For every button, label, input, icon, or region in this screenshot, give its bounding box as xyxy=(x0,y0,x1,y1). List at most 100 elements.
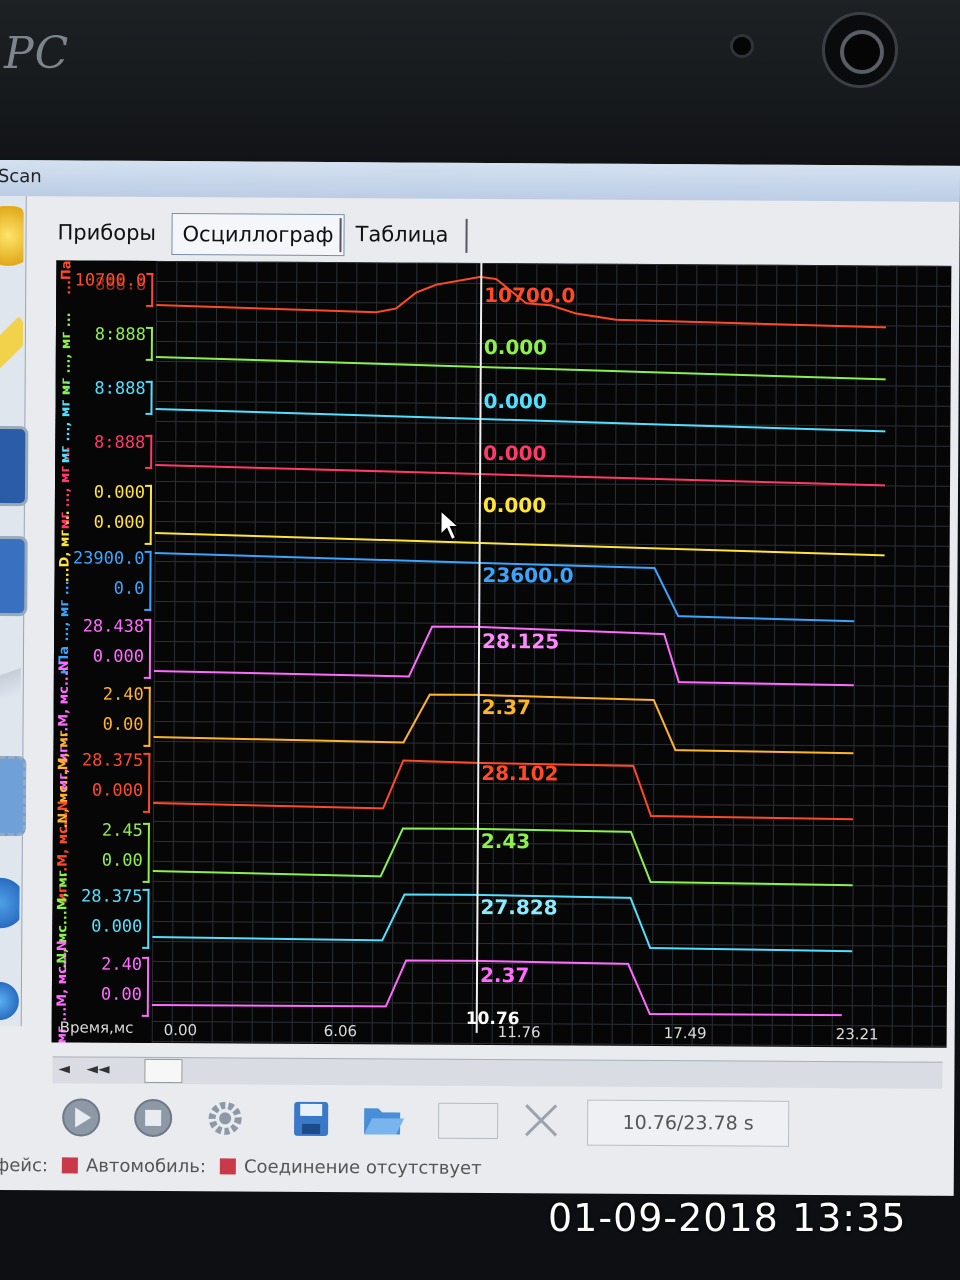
webcam-icon xyxy=(840,30,884,74)
signal-trace xyxy=(155,463,886,487)
channel-scale-bottom: 0.00 xyxy=(102,714,144,735)
photo-timestamp: 01-09-2018 13:35 xyxy=(548,1196,907,1240)
tab-separator xyxy=(339,218,342,253)
gear-icon[interactable] xyxy=(202,1095,248,1141)
channel-bracket xyxy=(142,888,150,949)
oscilloscope-plot[interactable]: ...Па мг ..., мг ... мг ..., мг ... мг ...,… xyxy=(51,260,952,1048)
scroll-start-icon[interactable]: ◄ xyxy=(58,1059,70,1077)
time-tick: 0.00 xyxy=(163,1021,198,1040)
car-status-label: Автомобиль: xyxy=(85,1155,207,1178)
time-readout: 10.76/23.78 s xyxy=(586,1099,790,1147)
cursor-value: 0.000 xyxy=(483,388,547,414)
sidebar-chip-icon[interactable] xyxy=(0,755,27,837)
combo-box[interactable] xyxy=(438,1102,499,1140)
channel-scale-top: 23900.0 xyxy=(72,548,145,569)
signal-trace xyxy=(155,355,886,381)
channel-scale-top: 2.40 xyxy=(101,954,143,975)
sidebar-device-icon[interactable] xyxy=(0,425,29,507)
time-tick: 6.06 xyxy=(323,1021,358,1041)
laptop-brand-logo: PC xyxy=(4,28,70,79)
left-sidebar xyxy=(0,195,29,1027)
sidebar-bulb-icon[interactable] xyxy=(0,205,24,281)
connection-status-indicator xyxy=(219,1158,237,1175)
stop-icon[interactable] xyxy=(130,1095,176,1141)
save-icon[interactable] xyxy=(288,1096,334,1142)
channel-bracket xyxy=(142,822,150,883)
cursor-value: 23600.0 xyxy=(482,562,574,588)
tab-oscilloscope[interactable]: Осциллограф xyxy=(171,213,345,257)
channel-bracket xyxy=(145,326,153,361)
channel-scale-bottom: 0.000 xyxy=(93,512,145,533)
time-axis-label: Время,мс xyxy=(59,1018,134,1037)
cursor-value: 0.000 xyxy=(483,334,548,360)
signal-traces xyxy=(151,275,887,1017)
cursor-value: 2.37 xyxy=(481,694,532,720)
mouse-pointer-icon xyxy=(439,509,461,541)
cursor-value: 28.125 xyxy=(481,628,560,654)
window-title: Scan xyxy=(0,165,42,188)
cursor-value: 0.000 xyxy=(483,440,547,466)
sidebar-chart-icon[interactable] xyxy=(0,535,28,617)
channel-scale-top: 2.40 xyxy=(102,684,144,705)
channel-bracket xyxy=(146,272,154,307)
cursor-value: 0.000 xyxy=(482,492,547,518)
channel-name-label: ...D, мг ... xyxy=(57,510,73,583)
channel-bracket xyxy=(143,686,151,747)
close-icon[interactable] xyxy=(518,1097,564,1143)
cursor-value: 2.37 xyxy=(479,962,530,988)
channel-scale-top: 28.375 xyxy=(81,886,143,907)
time-tick: 11.76 xyxy=(497,1023,541,1042)
channel-scale-top: 2.45 xyxy=(101,820,143,841)
sidebar-feather-icon[interactable] xyxy=(0,645,22,721)
playback-toolbar: 10.76/23.78 s xyxy=(52,1088,942,1153)
connection-status-label: Соединение отсутствует xyxy=(243,1156,482,1179)
channel-scale-top: 8:888 xyxy=(94,432,146,453)
channel-scale-top: 8:888 xyxy=(94,324,146,345)
time-tick: 23.21 xyxy=(835,1025,879,1044)
channel-name-label: ...Па xyxy=(59,260,75,295)
cursor-value: 28.102 xyxy=(481,760,559,786)
channel-scale-bottom: 888.8 xyxy=(94,274,147,295)
play-icon[interactable] xyxy=(58,1094,104,1140)
status-prefix: фейс: xyxy=(0,1154,49,1177)
tab-table[interactable]: Таблица xyxy=(345,214,458,255)
sidebar-star-icon[interactable] xyxy=(0,865,20,941)
folder-open-icon[interactable] xyxy=(360,1096,406,1142)
time-tick: 17.49 xyxy=(663,1024,707,1043)
scroll-back-icon[interactable]: ◄◄ xyxy=(86,1060,109,1078)
screen: Scan Приборы Осциллограф Таблица ...Па мг… xyxy=(0,160,960,1196)
channel-scale-bottom: 0.0 xyxy=(113,578,145,599)
channel-scale-bottom: 0.00 xyxy=(101,850,143,871)
timeline-scrollbar[interactable]: ◄ ◄◄ xyxy=(52,1056,943,1089)
channel-bracket xyxy=(144,484,153,545)
sidebar-globe-icon[interactable] xyxy=(0,975,20,1027)
channel-scale-top: 0.000 xyxy=(93,482,146,503)
channel-bracket xyxy=(143,618,152,679)
channel-bracket xyxy=(143,752,151,813)
window-titlebar: Scan xyxy=(0,160,960,202)
channel-bracket xyxy=(145,380,153,415)
cursor-value: 27.828 xyxy=(480,894,558,920)
channel-scale-bottom: 0.00 xyxy=(100,984,142,1005)
channel-scale-top: 28.375 xyxy=(81,750,144,771)
channel-scales-panel: ...Па мг ..., мг ... мг ..., мг ... мг ...,… xyxy=(51,260,157,1044)
channel-bracket xyxy=(144,550,152,611)
channel-scale-bottom: 0.000 xyxy=(91,916,143,937)
car-status-indicator xyxy=(61,1157,79,1174)
scroll-thumb[interactable] xyxy=(144,1058,183,1084)
cursor-value: 2.43 xyxy=(480,828,531,854)
channel-bracket xyxy=(141,956,150,1017)
status-bar: фейс: Автомобиль: Соединение отсутствует xyxy=(0,1155,954,1189)
signal-trace xyxy=(154,531,885,557)
sidebar-warning-icon[interactable] xyxy=(0,315,24,391)
laptop-bezel: PC xyxy=(0,0,960,170)
tab-separator xyxy=(465,218,468,253)
channel-scale-bottom: 0.000 xyxy=(92,646,145,667)
webcam-led xyxy=(730,34,754,58)
cursor-value: 10700.0 xyxy=(484,282,576,308)
channel-scale-top: 8:888 xyxy=(94,378,146,399)
channel-scale-bottom: 0.000 xyxy=(91,780,144,801)
channel-bracket xyxy=(145,434,153,469)
tab-instruments[interactable]: Приборы xyxy=(47,212,166,253)
channel-scale-top: 28.438 xyxy=(82,616,145,637)
